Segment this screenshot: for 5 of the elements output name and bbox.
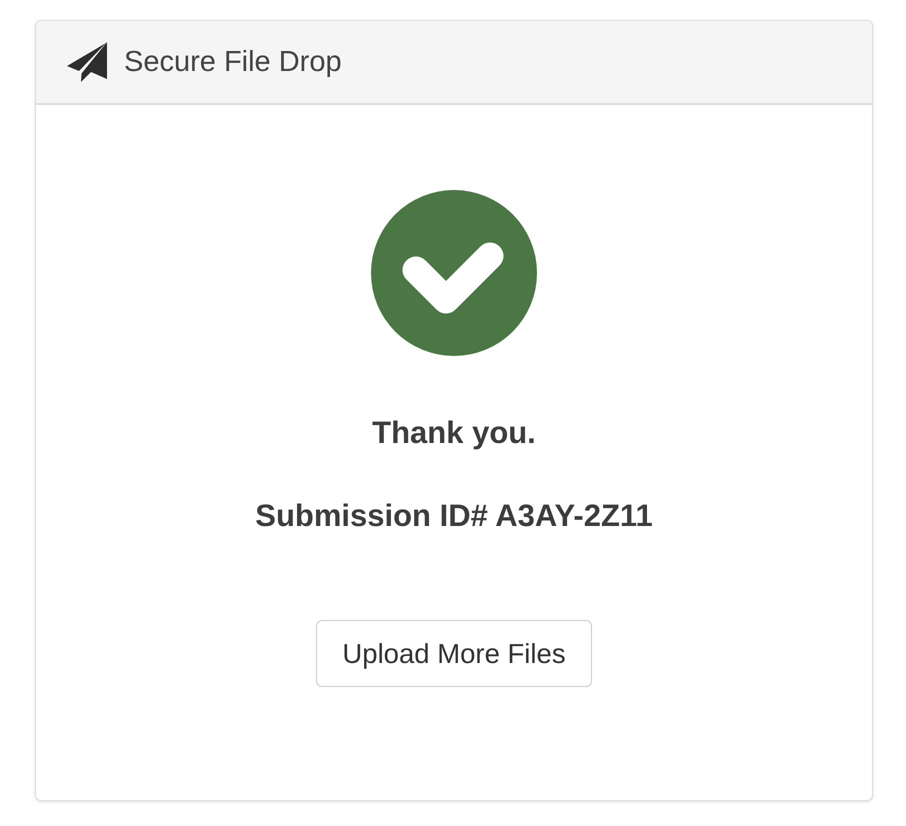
- thank-you-message: Thank you.: [372, 415, 536, 451]
- upload-more-files-button[interactable]: Upload More Files: [316, 620, 592, 687]
- paper-plane-icon: [67, 42, 107, 82]
- header-title: Secure File Drop: [124, 44, 342, 80]
- submission-id-text: Submission ID# A3AY-2Z11: [255, 498, 653, 534]
